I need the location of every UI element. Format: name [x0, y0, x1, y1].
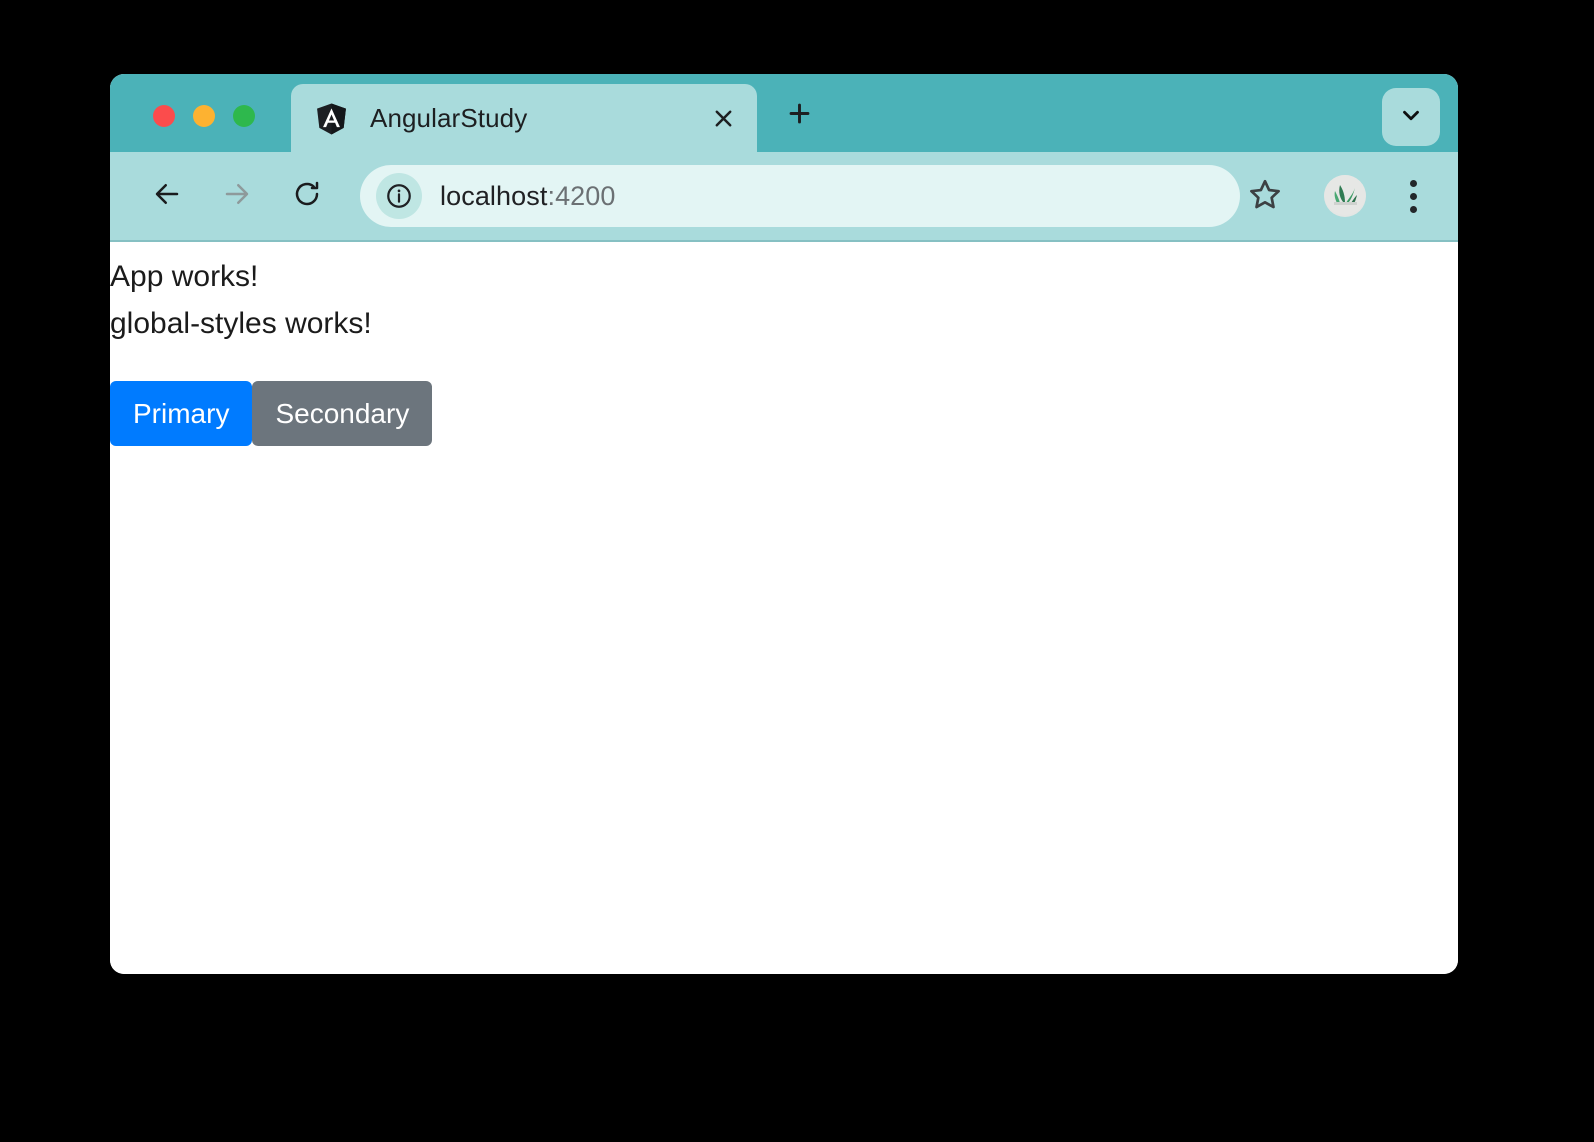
chevron-down-icon	[1398, 102, 1424, 133]
window-traffic-lights	[153, 105, 255, 127]
forward-button	[210, 169, 264, 223]
plus-icon	[786, 100, 813, 132]
button-row: Primary Secondary	[110, 380, 1458, 447]
window-maximize-button[interactable]	[233, 105, 255, 127]
arrow-left-icon	[152, 179, 182, 214]
angular-logo-icon	[315, 102, 348, 135]
menu-dot	[1409, 192, 1417, 200]
new-tab-button[interactable]	[775, 92, 823, 140]
bookmark-button[interactable]	[1240, 171, 1290, 221]
browser-tab-angularstudy[interactable]: AngularStudy	[291, 84, 757, 152]
tab-strip: AngularStudy	[110, 74, 1458, 152]
close-icon[interactable]	[701, 96, 745, 140]
primary-button[interactable]: Primary	[110, 380, 253, 447]
star-outline-icon	[1248, 177, 1282, 216]
url-host: localhost	[440, 180, 548, 211]
secondary-button[interactable]: Secondary	[252, 380, 433, 447]
app-root: App works! global-styles works! Primary …	[110, 242, 1458, 447]
menu-dot	[1409, 205, 1417, 213]
reload-icon	[292, 179, 322, 214]
tab-title: AngularStudy	[370, 102, 528, 133]
window-menu-button[interactable]	[1382, 88, 1440, 146]
url-port: :4200	[547, 180, 616, 211]
address-bar[interactable]: localhost:4200	[360, 165, 1240, 227]
global-styles-works-text: global-styles works!	[110, 306, 372, 340]
page-viewport: App works! global-styles works! Primary …	[110, 242, 1458, 974]
info-circle-icon[interactable]	[376, 173, 422, 219]
reload-button[interactable]	[280, 169, 334, 223]
back-button[interactable]	[140, 169, 194, 223]
browser-toolbar: localhost:4200	[110, 152, 1458, 242]
menu-dot	[1409, 179, 1417, 187]
arrow-right-icon	[222, 179, 252, 214]
browser-window: AngularStudy localhost:4200 App works! g…	[110, 74, 1458, 974]
window-close-button[interactable]	[153, 105, 175, 127]
url-text: localhost:4200	[440, 181, 616, 212]
app-works-text: App works!	[110, 260, 259, 293]
kebab-menu-icon[interactable]	[1390, 173, 1436, 219]
plant-avatar-icon	[1324, 175, 1366, 217]
window-minimize-button[interactable]	[193, 105, 215, 127]
profile-avatar[interactable]	[1324, 175, 1366, 217]
